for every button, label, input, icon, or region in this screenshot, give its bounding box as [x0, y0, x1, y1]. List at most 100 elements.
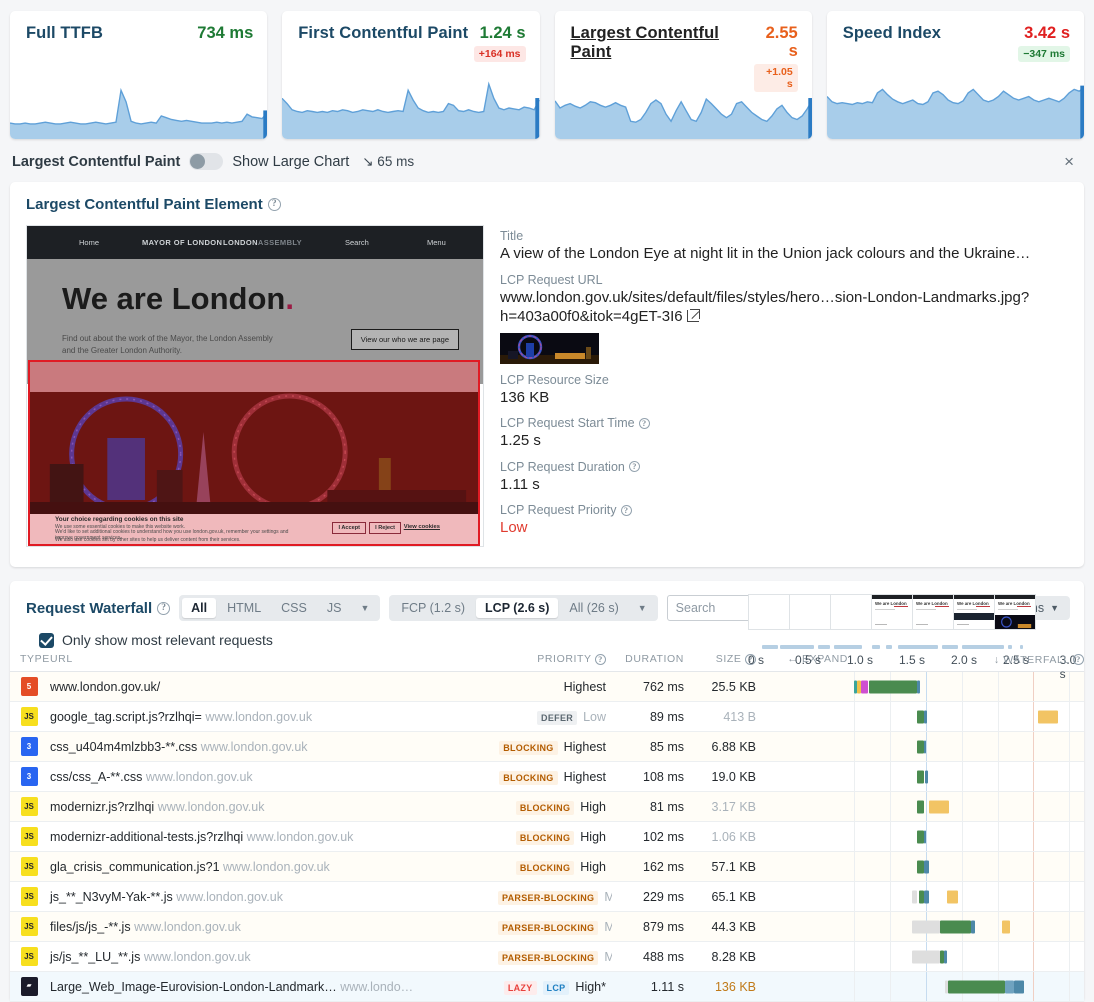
waterfall-bar-ttfb[interactable]	[944, 950, 948, 963]
help-icon[interactable]: ?	[1073, 654, 1084, 666]
table-row[interactable]: JS js/js_**_LU_**.js www.london.gov.uk P…	[10, 941, 1084, 972]
chevron-down-icon[interactable]: ▼	[630, 598, 655, 618]
col-duration[interactable]: DURATION	[612, 648, 690, 672]
waterfall-bar-cpu[interactable]	[947, 890, 958, 903]
cell-url[interactable]: gla_crisis_communication.js?1 www.london…	[44, 851, 492, 882]
waterfall-bar-down[interactable]	[868, 680, 918, 693]
waterfall-bar-wait[interactable]	[912, 920, 940, 933]
external-link-icon[interactable]	[686, 309, 700, 322]
show-large-chart-label[interactable]: Show Large Chart	[232, 154, 349, 170]
cell-waterfall	[854, 791, 1084, 822]
filmstrip-frame[interactable]: We are London	[953, 594, 995, 630]
table-row[interactable]: 3 css_u404m4mlzbb3-**.css www.london.gov…	[10, 731, 1084, 762]
waterfall-track	[854, 912, 1084, 941]
col-waterfall[interactable]: ↓ WATERFALL ?	[854, 648, 1084, 672]
table-row[interactable]: ▰ Large_Web_Image-Eurovision-London-Land…	[10, 971, 1084, 1002]
waterfall-bar-ttfb[interactable]	[924, 890, 930, 903]
cell-url[interactable]: css/css_A-**.css www.london.gov.uk	[44, 761, 492, 792]
metric-card-first-contentful-paint[interactable]: First Contentful Paint 1.24 s +164 ms	[282, 11, 540, 139]
chevron-down-icon[interactable]: ▼	[352, 598, 377, 618]
waterfall-bar-down[interactable]	[917, 710, 925, 723]
priority-value: Medium	[604, 920, 612, 934]
help-icon[interactable]: ?	[267, 198, 281, 211]
filmstrip-frame[interactable]: We are London	[912, 594, 954, 630]
waterfall-bar-ttfb[interactable]	[924, 740, 926, 753]
filmstrip-frame[interactable]: We are London	[871, 594, 913, 630]
waterfall-bar-down[interactable]	[917, 740, 925, 753]
waterfall-bar-cpu[interactable]	[928, 800, 950, 813]
waterfall-bar-blue2[interactable]	[1004, 980, 1014, 993]
help-icon[interactable]: ?	[628, 461, 640, 472]
filter-lcp[interactable]: LCP (2.6 s)	[476, 598, 559, 618]
col-type[interactable]: TYPE	[10, 648, 49, 672]
waterfall-bar-down[interactable]	[917, 830, 925, 843]
help-icon[interactable]: ?	[638, 417, 650, 429]
help-icon[interactable]: ?	[595, 653, 606, 665]
waterfall-bar-down[interactable]	[917, 860, 925, 873]
table-row[interactable]: JS modernizr-additional-tests.js?rzlhqi …	[10, 821, 1084, 852]
waterfall-bar-down[interactable]	[917, 770, 925, 783]
metric-label[interactable]: Largest Contentful Paint	[571, 24, 755, 62]
waterfall-bar-ttfb[interactable]	[924, 710, 928, 723]
filmstrip-frame[interactable]	[830, 594, 872, 630]
lcp-page-screenshot[interactable]: Home MAYOR OF LONDON LONDONASSEMBLY Sear…	[26, 225, 484, 547]
table-row[interactable]: JS gla_crisis_communication.js?1 www.lon…	[10, 851, 1084, 882]
cell-url[interactable]: js_**_N3vyM-Yak-**.js www.london.gov.uk	[44, 881, 492, 912]
col-url[interactable]: URL	[44, 648, 492, 672]
waterfall-bar-ttfb[interactable]	[924, 770, 929, 783]
waterfall-bar-down[interactable]	[939, 920, 971, 933]
waterfall-bar-ttfb[interactable]	[924, 830, 926, 843]
cell-url[interactable]: css_u404m4mlzbb3-**.css www.london.gov.u…	[44, 731, 492, 762]
cell-url[interactable]: modernizr-additional-tests.js?rzlhqi www…	[44, 821, 492, 852]
filter-css[interactable]: CSS	[272, 598, 316, 618]
show-large-chart-toggle[interactable]	[189, 153, 224, 170]
filmstrip-frame[interactable]: We are London	[994, 594, 1036, 630]
screenshot-nav-home: Home	[79, 238, 100, 247]
cell-priority: BLOCKING Highest	[492, 731, 612, 762]
waterfall-bar-wait[interactable]	[912, 950, 940, 963]
table-row[interactable]: 5 www.london.gov.uk/ Highest 762 ms 25.5…	[10, 671, 1084, 702]
table-row[interactable]: 3 css/css_A-**.css www.london.gov.uk BLO…	[10, 761, 1084, 792]
cell-url[interactable]: Large_Web_Image-Eurovision-London-Landma…	[44, 971, 492, 1002]
filter-all-time[interactable]: All (26 s)	[560, 598, 627, 618]
cell-url[interactable]: modernizr.js?rzlhqi www.london.gov.uk	[44, 791, 492, 822]
cell-waterfall	[854, 671, 1084, 702]
waterfall-gridline	[997, 792, 999, 821]
waterfall-bar-ttfb[interactable]	[1013, 980, 1025, 993]
cell-url[interactable]: google_tag.script.js?rzlhqi= www.london.…	[44, 701, 492, 732]
waterfall-bar-cpu[interactable]	[1002, 920, 1010, 933]
waterfall-bar-ttfb[interactable]	[924, 860, 929, 873]
filmstrip-frame[interactable]	[748, 594, 790, 630]
filter-js[interactable]: JS	[318, 598, 351, 618]
sparkline-chart	[554, 77, 812, 139]
waterfall-bar-cpu[interactable]	[1038, 710, 1058, 723]
close-icon[interactable]: ×	[1058, 151, 1080, 172]
waterfall-bar-ttfb[interactable]	[917, 680, 921, 693]
metric-card-largest-contentful-paint[interactable]: Largest Contentful Paint 2.55 s +1.05 s	[554, 11, 812, 139]
table-row[interactable]: JS modernizr.js?rzlhqi www.london.gov.uk…	[10, 791, 1084, 822]
waterfall-gridline	[1033, 972, 1035, 1001]
cell-url[interactable]: js/js_**_LU_**.js www.london.gov.uk	[44, 941, 492, 972]
waterfall-bar-wait[interactable]	[912, 890, 918, 903]
metric-card-speed-index[interactable]: Speed Index 3.42 s −347 ms	[826, 11, 1084, 139]
filter-fcp[interactable]: FCP (1.2 s)	[392, 598, 474, 618]
waterfall-bar-down[interactable]	[917, 800, 925, 813]
metric-card-full-ttfb[interactable]: Full TTFB 734 ms	[10, 11, 268, 139]
waterfall-track	[854, 942, 1084, 971]
waterfall-bar-ssl[interactable]	[861, 680, 868, 693]
only-relevant-checkbox[interactable]	[39, 632, 54, 648]
only-relevant-label[interactable]: Only show most relevant requests	[62, 632, 273, 648]
help-icon[interactable]: ?	[157, 601, 171, 615]
filmstrip-frame[interactable]	[789, 594, 831, 630]
waterfall-bar-ttfb[interactable]	[970, 920, 975, 933]
cell-url[interactable]: www.london.gov.uk/	[44, 671, 492, 702]
table-row[interactable]: JS js_**_N3vyM-Yak-**.js www.london.gov.…	[10, 881, 1084, 912]
filter-all[interactable]: All	[182, 598, 217, 618]
filter-html[interactable]: HTML	[218, 598, 270, 618]
help-icon[interactable]: ?	[620, 504, 632, 516]
table-row[interactable]: JS files/js/js_-**.js www.london.gov.uk …	[10, 911, 1084, 942]
table-row[interactable]: JS google_tag.script.js?rzlhqi= www.lond…	[10, 701, 1084, 732]
waterfall-bar-down[interactable]	[948, 980, 1005, 993]
col-priority[interactable]: PRIORITY ?	[492, 648, 612, 672]
cell-url[interactable]: files/js/js_-**.js www.london.gov.uk	[44, 911, 492, 942]
